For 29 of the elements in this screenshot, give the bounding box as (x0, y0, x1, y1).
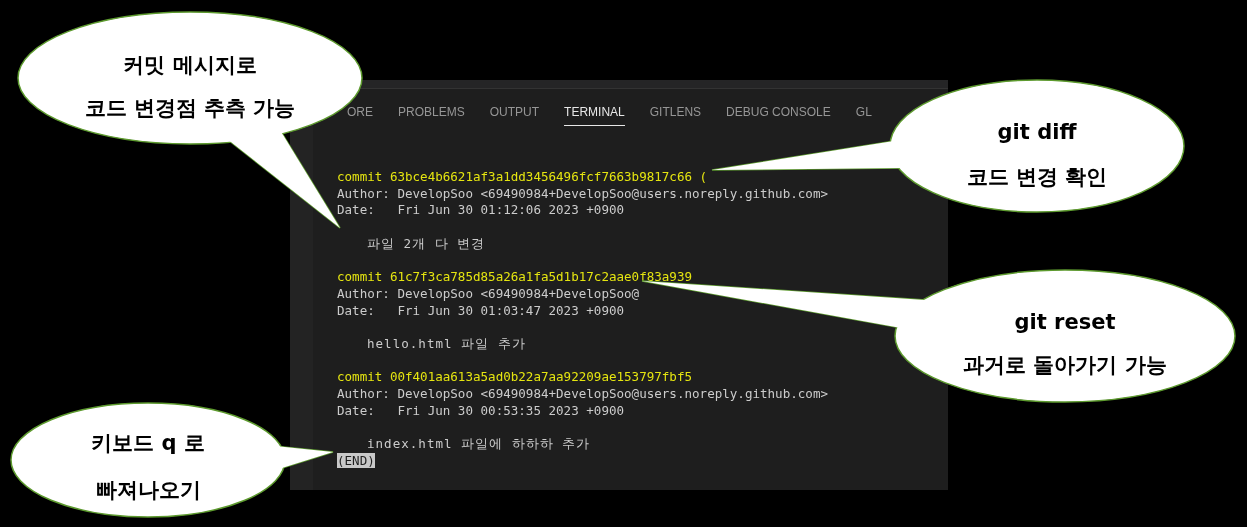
commit-line: commit 63bce4b6621af3a1dd3456496fcf7663b9817c66 (337, 169, 693, 184)
panel-tab[interactable]: OUTPUT (489, 101, 540, 126)
branch-ref: ( (699, 169, 708, 184)
bubble-text: 과거로 돌아가기 가능 (963, 352, 1167, 379)
terminal-line: Author: DevelopSoo <69490984+DevelopSoo@ (337, 285, 640, 301)
panel-tab[interactable]: GL (855, 101, 872, 126)
commit-line: commit 00f401aa613a5ad0b22a7aa92209ae153797fbf5 (337, 369, 693, 385)
bubble-text: 키보드 q 로 (91, 430, 205, 457)
terminal-line: Date: Fri Jun 30 01:12:06 2023 +0900 (337, 202, 625, 218)
commit-message: index.html 파일에 하하하 추가 (367, 436, 591, 451)
panel-tab[interactable]: GITLENS (649, 101, 702, 126)
bubble-text: 코드 변경 확인 (966, 164, 1108, 191)
panel-tab[interactable]: TERMINAL (564, 101, 625, 126)
panel-tab[interactable]: DEBUG CONSOLE (726, 101, 831, 126)
terminal-line: Date: Fri Jun 30 01:03:47 2023 +0900 (337, 302, 625, 318)
panel-tab[interactable]: ORE (347, 101, 373, 126)
commit-message: 파일 2개 다 변경 (367, 235, 486, 251)
bubble-text: git reset (1014, 310, 1116, 334)
terminal-line: Author: DevelopSoo <69490984+DevelopSoo@users.noreply.github.com> (337, 185, 828, 201)
bubble-text: 빠져나오기 (95, 477, 201, 504)
panel-tab[interactable]: PROBLEMS (398, 101, 465, 126)
pager-end-marker: (END) (337, 452, 375, 468)
bubble-text: git diff (997, 120, 1077, 144)
commit-line: commit 61c7f3ca785d85a26a1fa5d1b17c2aae0f83a939 (337, 269, 693, 285)
terminal-line: Author: DevelopSoo <69490984+DevelopSoo@users.noreply.github.com> (337, 385, 828, 401)
bubble-text: 커밋 메시지로 (123, 52, 257, 79)
terminal-line: Date: Fri Jun 30 00:53:35 2023 +0900 (337, 402, 625, 418)
commit-message: hello.html 파일 추가 (367, 335, 526, 351)
bubble-text: 코드 변경점 추측 가능 (84, 95, 296, 122)
